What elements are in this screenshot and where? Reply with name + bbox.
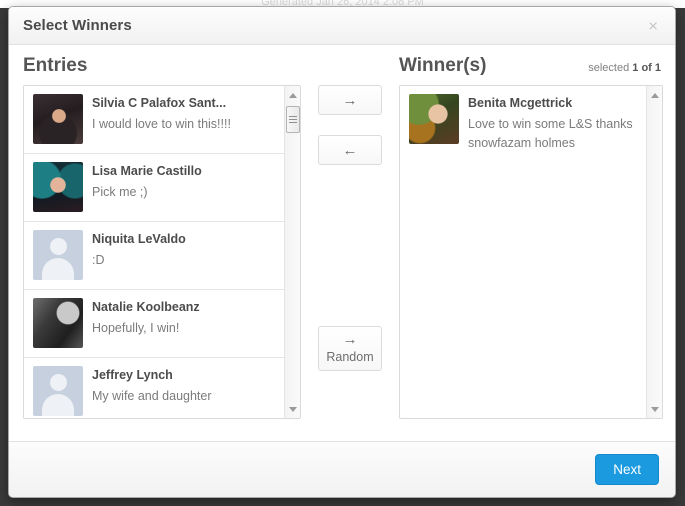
entry-name: Jeffrey Lynch (92, 368, 173, 382)
transfer-buttons: → ← (301, 55, 399, 185)
arrow-right-icon: → (342, 331, 358, 348)
winners-heading: Winner(s) (399, 55, 487, 76)
list-item[interactable]: Lisa Marie Castillo Pick me ;) (24, 154, 284, 222)
avatar (33, 298, 83, 348)
move-left-button[interactable]: ← (318, 135, 382, 165)
close-icon[interactable]: × (644, 15, 662, 36)
winners-scrollbar[interactable] (646, 86, 662, 418)
entry-name: Lisa Marie Castillo (92, 164, 202, 178)
list-item[interactable]: Benita Mcgettrick Love to win some L&S t… (400, 86, 646, 162)
entry-name: Benita Mcgettrick (468, 96, 573, 110)
entry-text: Jeffrey Lynch My wife and daughter (92, 366, 212, 406)
select-winners-dialog: Select Winners × Entries Silvia C Palafo… (8, 6, 676, 498)
winners-panel: Winner(s) selected 1 of 1 Benita Mcgettr… (399, 55, 663, 441)
entries-heading: Entries (23, 55, 88, 76)
list-item[interactable]: Jeffrey Lynch My wife and daughter (24, 358, 284, 418)
winners-listbox[interactable]: Benita Mcgettrick Love to win some L&S t… (399, 85, 663, 419)
scroll-up-icon[interactable] (285, 87, 300, 103)
entry-message: Pick me ;) (92, 184, 148, 199)
entry-name: Silvia C Palafox Sant... (92, 96, 227, 110)
list-item[interactable]: Silvia C Palafox Sant... I would love to… (24, 86, 284, 154)
selected-count-value: 1 of 1 (632, 62, 661, 74)
entry-text: Niquita LeValdo :D (92, 230, 186, 270)
list-item[interactable]: Niquita LeValdo :D (24, 222, 284, 290)
avatar (33, 94, 83, 144)
scrollbar-thumb[interactable] (286, 106, 300, 133)
entries-scrollbar[interactable] (284, 86, 300, 418)
entry-message: I would love to win this!!!! (92, 116, 231, 131)
random-button-label: Random (326, 349, 374, 364)
transfer-controls: → ← → Random (301, 55, 399, 441)
list-item[interactable]: Natalie Koolbeanz Hopefully, I win! (24, 290, 284, 358)
move-right-button[interactable]: → (318, 85, 382, 115)
page-title: Select Winners (23, 17, 132, 34)
entries-panel: Entries Silvia C Palafox Sant... I would… (23, 55, 301, 441)
avatar (33, 162, 83, 212)
winners-header: Winner(s) selected 1 of 1 (399, 55, 663, 85)
selected-prefix: selected (588, 62, 633, 74)
next-button[interactable]: Next (595, 454, 659, 485)
scroll-down-icon[interactable] (285, 401, 300, 417)
avatar (33, 366, 83, 416)
entry-text: Natalie Koolbeanz Hopefully, I win! (92, 298, 200, 338)
dialog-header: Select Winners × (9, 7, 675, 45)
entry-text: Lisa Marie Castillo Pick me ;) (92, 162, 202, 202)
scroll-up-icon[interactable] (647, 87, 662, 103)
avatar (33, 230, 83, 280)
entry-text: Benita Mcgettrick Love to win some L&S t… (468, 94, 637, 152)
entry-message: Love to win some L&S thanks snowfazam ho… (468, 116, 633, 150)
scroll-down-icon[interactable] (647, 401, 662, 417)
avatar (409, 94, 459, 144)
entry-message: :D (92, 252, 105, 267)
status-badge: selected 1 of 1 (588, 62, 661, 74)
dialog-body: Entries Silvia C Palafox Sant... I would… (9, 45, 675, 441)
entry-text: Silvia C Palafox Sant... I would love to… (92, 94, 231, 134)
entries-list: Silvia C Palafox Sant... I would love to… (24, 86, 284, 418)
entry-name: Natalie Koolbeanz (92, 300, 200, 314)
entry-name: Niquita LeValdo (92, 232, 186, 246)
entry-message: Hopefully, I win! (92, 320, 180, 335)
entry-message: My wife and daughter (92, 388, 212, 403)
dialog-footer: Next (9, 441, 675, 497)
entries-header: Entries (23, 55, 301, 85)
winners-list: Benita Mcgettrick Love to win some L&S t… (400, 86, 646, 418)
entries-listbox[interactable]: Silvia C Palafox Sant... I would love to… (23, 85, 301, 419)
random-button[interactable]: → Random (318, 326, 382, 371)
